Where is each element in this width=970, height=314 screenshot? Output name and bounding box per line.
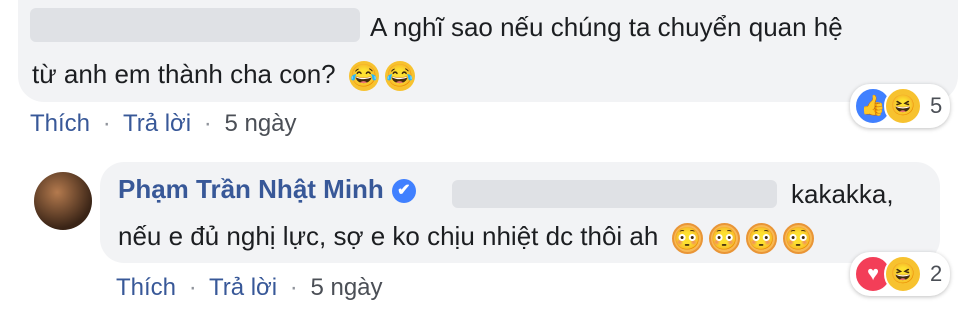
flushed-emoji-icon: 😳: [782, 222, 814, 254]
reply-text: kakakka,: [791, 179, 894, 209]
comment-text: từ anh em thành cha con?: [32, 59, 336, 89]
timestamp[interactable]: 5 ngày: [310, 274, 382, 301]
blurred-mention: [452, 180, 777, 208]
reactions-summary[interactable]: ♥ 😆 2: [850, 252, 951, 296]
comment-text-line-2: từ anh em thành cha con? 😂 😂: [32, 54, 415, 94]
reply-link[interactable]: Trả lời: [209, 274, 277, 301]
laughing-emoji-icon: 😂: [348, 61, 379, 92]
flushed-emoji-icon: 😳: [745, 222, 777, 254]
reply-actions: Thích · Trả lời · 5 ngày: [116, 274, 383, 302]
like-link[interactable]: Thích: [116, 274, 176, 301]
reply-text-line-1: kakakka,: [438, 176, 894, 212]
flushed-emoji-icon: 😳: [671, 222, 703, 254]
haha-icon: 😆: [884, 255, 922, 293]
reply-link[interactable]: Trả lời: [123, 110, 191, 137]
comment-actions: Thích · Trả lời · 5 ngày: [30, 110, 297, 138]
reaction-count: 2: [930, 261, 943, 286]
blurred-author-name: [30, 8, 360, 42]
haha-icon: 😆: [884, 87, 922, 125]
verified-badge-icon: ✔: [391, 179, 416, 204]
avatar[interactable]: [34, 172, 92, 230]
separator: ·: [102, 110, 111, 137]
laughing-emoji-icon: 😂: [384, 61, 415, 92]
separator: ·: [203, 110, 212, 137]
comment-text-line-1: A nghĩ sao nếu chúng ta chuyển quan hệ: [370, 12, 843, 42]
reply-text-line-2: nếu e đủ nghị lực, sợ e ko chịu nhiệt dc…: [118, 218, 814, 254]
author-name[interactable]: Phạm Trần Nhật Minh ✔: [118, 174, 416, 205]
like-link[interactable]: Thích: [30, 110, 90, 137]
reaction-count: 5: [930, 93, 943, 118]
reactions-summary[interactable]: 👍 😆 5: [850, 84, 951, 128]
timestamp[interactable]: 5 ngày: [224, 110, 296, 137]
reply-text: nếu e đủ nghị lực, sợ e ko chịu nhiệt dc…: [118, 221, 659, 251]
separator: ·: [188, 274, 197, 301]
separator: ·: [289, 274, 298, 301]
flushed-emoji-icon: 😳: [708, 222, 740, 254]
author-name-text[interactable]: Phạm Trần Nhật Minh: [118, 174, 384, 204]
